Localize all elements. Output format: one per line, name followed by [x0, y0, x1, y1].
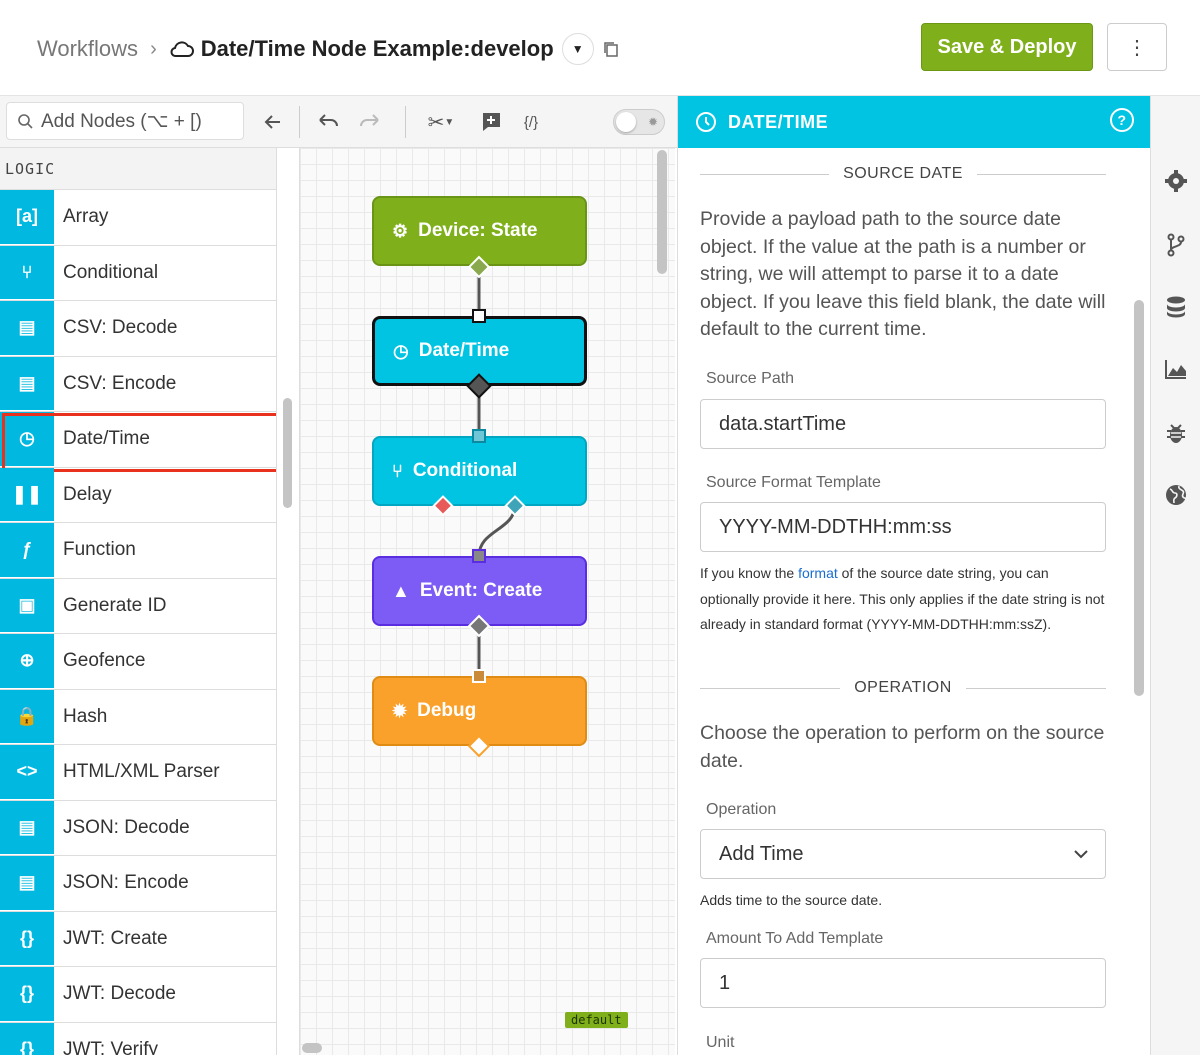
section-title: OPERATION: [854, 679, 952, 696]
branch-icon: [1167, 233, 1185, 257]
default-badge: default: [565, 1012, 628, 1028]
source-description: Provide a payload path to the source dat…: [700, 208, 1106, 340]
settings-button[interactable]: [1163, 168, 1189, 194]
source-format-input[interactable]: YYYY-MM-DDTHH:mm:ss: [700, 502, 1106, 552]
unit-label: Unit: [706, 1034, 735, 1051]
versions-button[interactable]: [1163, 232, 1189, 258]
source-format-label: Source Format Template: [706, 474, 881, 491]
right-sidebar: [1150, 96, 1200, 1055]
true-output-port[interactable]: [504, 495, 526, 517]
help-icon[interactable]: ?: [1110, 108, 1134, 132]
section-source-date: SOURCE DATE: [700, 164, 1107, 184]
source-format-hint: If you know the format of the source dat…: [700, 561, 1110, 638]
gear-icon: [1165, 170, 1187, 192]
operation-label: Operation: [706, 801, 777, 818]
panel-header: DATE/TIME ?: [678, 96, 1150, 148]
chevron-down-icon: [1074, 850, 1088, 859]
canvas-vertical-scrollbar[interactable]: [657, 150, 667, 274]
input-port[interactable]: [472, 669, 486, 683]
section-operation: OPERATION: [700, 678, 1107, 698]
source-path-input[interactable]: data.startTime: [700, 399, 1106, 449]
output-port[interactable]: [467, 734, 491, 758]
input-port[interactable]: [472, 309, 486, 323]
false-output-port[interactable]: [432, 495, 454, 517]
stats-button[interactable]: [1163, 356, 1189, 382]
operation-description: Choose the operation to perform on the s…: [700, 722, 1105, 772]
clock-icon: [696, 112, 716, 132]
amount-input[interactable]: 1: [700, 958, 1106, 1008]
output-port[interactable]: [466, 373, 492, 399]
section-title: SOURCE DATE: [843, 165, 963, 182]
input-port[interactable]: [472, 429, 486, 443]
storage-button[interactable]: [1163, 294, 1189, 320]
area-chart-icon: [1165, 360, 1186, 379]
hint-text: If you know the: [700, 565, 799, 581]
canvas-horizontal-scrollbar[interactable]: [302, 1043, 322, 1053]
format-link[interactable]: format: [798, 565, 838, 581]
input-port[interactable]: [472, 549, 486, 563]
amount-label: Amount To Add Template: [706, 930, 884, 947]
output-port[interactable]: [467, 255, 491, 279]
globe-icon: [1166, 485, 1187, 505]
panel-scrollbar[interactable]: [1134, 300, 1144, 696]
panel-title: DATE/TIME: [728, 111, 829, 132]
debug-panel-button[interactable]: [1163, 420, 1189, 446]
output-port[interactable]: [467, 614, 491, 638]
operation-select[interactable]: Add Time: [700, 829, 1106, 879]
operation-hint: Adds time to the source date.: [700, 892, 883, 908]
globals-button[interactable]: [1163, 482, 1189, 508]
operation-selected-value: Add Time: [719, 842, 804, 865]
bug-icon: [1167, 424, 1185, 443]
source-path-label: Source Path: [706, 370, 795, 387]
database-icon: [1167, 296, 1185, 318]
node-properties-panel: DATE/TIME ? SOURCE DATE Provide a payloa…: [677, 96, 1150, 1055]
